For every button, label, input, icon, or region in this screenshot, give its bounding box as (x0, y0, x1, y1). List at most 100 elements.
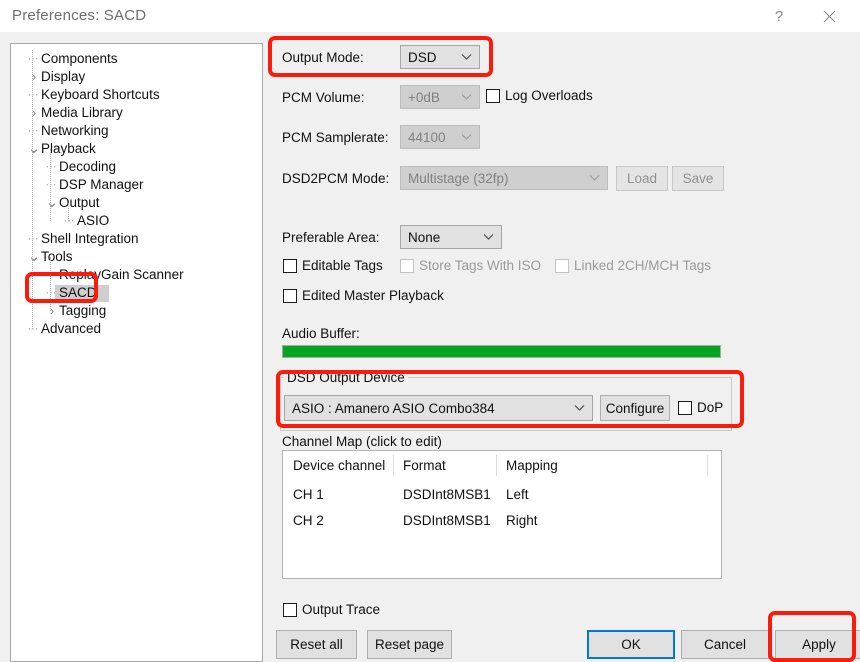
ok-button[interactable]: OK (587, 630, 675, 659)
sidebar-item-replaygain-scanner[interactable]: ⋯ReplayGain Scanner (11, 266, 262, 284)
pcm-samplerate-label: PCM Samplerate: (282, 130, 389, 145)
tree-guide-icon: ⋯ (27, 86, 39, 104)
preferences-tree[interactable]: ⋯Components›Display⋯Keyboard Shortcuts›M… (10, 43, 263, 662)
tree-connector (50, 257, 51, 311)
editable-tags-checkbox[interactable]: Editable Tags (283, 258, 383, 273)
chevron-down-icon[interactable]: ⌄ (45, 194, 59, 212)
preferable-area-value: None (408, 230, 440, 245)
sidebar-item-decoding[interactable]: ⋯Decoding (11, 158, 262, 176)
sidebar-item-display[interactable]: ›Display (11, 68, 262, 86)
sidebar-item-label: ASIO (77, 212, 109, 230)
column-header-device-channel: Device channel (293, 458, 385, 473)
sidebar-item-label: SACD (59, 284, 97, 302)
tree-guide-icon: ⋯ (63, 212, 75, 230)
sidebar-item-tagging[interactable]: ›Tagging (11, 302, 262, 320)
cell-mapping: Left (506, 487, 529, 502)
chevron-right-icon[interactable]: › (27, 104, 41, 122)
reset-page-button[interactable]: Reset page (367, 630, 452, 659)
dsd-output-device-value: ASIO : Amanero ASIO Combo384 (292, 401, 495, 416)
sidebar-item-playback[interactable]: ⌄Playback (11, 140, 262, 158)
sidebar-item-tools[interactable]: ⌄Tools (11, 248, 262, 266)
close-icon[interactable] (806, 0, 852, 32)
pcm-volume-label: PCM Volume: (282, 90, 365, 105)
tree-guide-icon: ⋯ (45, 176, 57, 194)
store-tags-with-iso-checkbox: Store Tags With ISO (400, 258, 541, 273)
sidebar-item-label: Shell Integration (41, 230, 139, 248)
dsd-output-device-group-title: DSD Output Device (284, 370, 408, 385)
sidebar-item-components[interactable]: ⋯Components (11, 50, 262, 68)
checkbox-box (283, 259, 297, 273)
column-header-format: Format (403, 458, 446, 473)
channel-map-header: Device channel Format Mapping (283, 451, 721, 481)
dop-checkbox[interactable]: DoP (678, 400, 723, 415)
output-trace-checkbox[interactable]: Output Trace (283, 602, 380, 617)
checkbox-box (678, 401, 692, 415)
dop-label: DoP (697, 400, 723, 415)
tree-guide-icon: ⋯ (27, 122, 39, 140)
tree-guide-icon: ⋯ (45, 266, 57, 284)
sidebar-item-keyboard-shortcuts[interactable]: ⋯Keyboard Shortcuts (11, 86, 262, 104)
dsd-output-device-select[interactable]: ASIO : Amanero ASIO Combo384 (284, 395, 593, 421)
editable-tags-label: Editable Tags (302, 258, 383, 273)
sidebar-item-label: Display (41, 68, 85, 86)
chevron-down-icon (483, 234, 494, 241)
output-mode-select[interactable]: DSD (400, 45, 480, 69)
cell-channel: CH 1 (293, 487, 324, 502)
log-overloads-checkbox[interactable]: Log Overloads (486, 88, 593, 103)
chevron-down-icon (461, 54, 472, 61)
cell-channel: CH 2 (293, 513, 324, 528)
sidebar-item-output[interactable]: ⌄Output (11, 194, 262, 212)
chevron-down-icon[interactable]: ⌄ (27, 140, 41, 158)
tree-guide-icon: ⋯ (27, 230, 39, 248)
store-tags-with-iso-label: Store Tags With ISO (419, 258, 541, 273)
checkbox-box (400, 259, 414, 273)
channel-map-label: Channel Map (click to edit) (282, 434, 442, 449)
sidebar-item-shell-integration[interactable]: ⋯Shell Integration (11, 230, 262, 248)
linked-tags-label: Linked 2CH/MCH Tags (574, 258, 711, 273)
edited-master-playback-checkbox[interactable]: Edited Master Playback (283, 288, 444, 303)
sidebar-item-advanced[interactable]: ⋯Advanced (11, 320, 262, 338)
linked-tags-checkbox: Linked 2CH/MCH Tags (555, 258, 711, 273)
sidebar-item-networking[interactable]: ⋯Networking (11, 122, 262, 140)
sidebar-item-label: Media Library (41, 104, 123, 122)
sidebar-item-media-library[interactable]: ›Media Library (11, 104, 262, 122)
column-header-mapping: Mapping (506, 458, 558, 473)
tree-connector (32, 50, 33, 329)
tree-guide-icon: ⋯ (27, 320, 39, 338)
sidebar-item-label: Components (41, 50, 118, 68)
reset-all-button[interactable]: Reset all (276, 630, 357, 659)
cancel-button[interactable]: Cancel (681, 630, 769, 659)
sidebar-item-dsp-manager[interactable]: ⋯DSP Manager (11, 176, 262, 194)
chevron-right-icon[interactable]: › (45, 302, 59, 320)
chevron-right-icon[interactable]: › (27, 68, 41, 86)
checkbox-box (283, 603, 297, 617)
channel-map-table[interactable]: Device channel Format Mapping CH 1DSDInt… (282, 450, 722, 579)
configure-button[interactable]: Configure (600, 395, 670, 421)
window-title: Preferences: SACD (12, 7, 146, 24)
apply-button[interactable]: Apply (775, 630, 860, 659)
checkbox-box (486, 89, 500, 103)
sidebar-item-asio[interactable]: ⋯ASIO (11, 212, 262, 230)
chevron-down-icon (461, 94, 472, 101)
output-mode-value: DSD (408, 50, 437, 65)
tree-guide-icon: ⋯ (45, 284, 57, 302)
tree-connector (68, 203, 69, 221)
output-trace-label: Output Trace (302, 602, 380, 617)
sidebar-item-label: Decoding (59, 158, 116, 176)
dsd2pcm-mode-value: Multistage (32fp) (408, 171, 509, 186)
dsd2pcm-mode-select: Multistage (32fp) (400, 166, 608, 190)
tree-guide-icon: ⋯ (45, 158, 57, 176)
tree-guide-icon: ⋯ (27, 50, 39, 68)
chevron-down-icon (574, 405, 585, 412)
chevron-down-icon[interactable]: ⌄ (27, 248, 41, 266)
sidebar-item-label: Output (59, 194, 100, 212)
sidebar-item-label: Networking (41, 122, 109, 140)
sidebar-item-label: ReplayGain Scanner (59, 266, 184, 284)
help-icon[interactable]: ? (756, 0, 802, 32)
preferable-area-select[interactable]: None (400, 225, 502, 249)
dsd2pcm-mode-label: DSD2PCM Mode: (282, 171, 389, 186)
sidebar-item-sacd[interactable]: ⋯SACD (11, 284, 262, 302)
preferences-dialog: Preferences: SACD ? ⋯Components›Display⋯… (0, 0, 860, 662)
output-mode-label: Output Mode: (282, 50, 364, 65)
tree-connector (50, 149, 51, 221)
